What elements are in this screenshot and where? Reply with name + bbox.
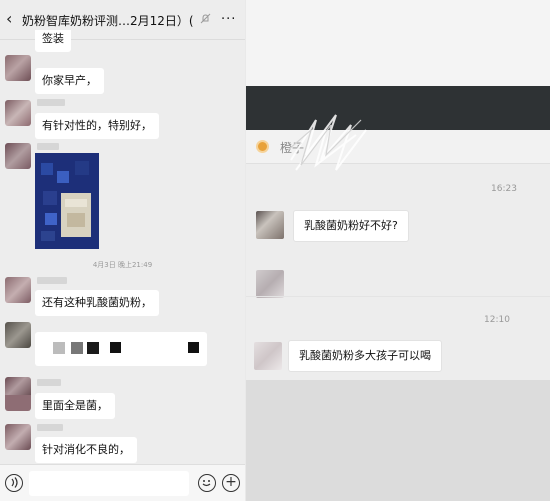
redacted-message-bubble[interactable] xyxy=(35,332,207,366)
voice-icon[interactable] xyxy=(5,474,23,492)
avatar[interactable] xyxy=(5,424,31,450)
message-timestamp: 12:10 xyxy=(484,315,510,325)
avatar[interactable] xyxy=(256,270,284,298)
orange-icon xyxy=(256,140,269,153)
message-text: 有针对性的，特别好， xyxy=(42,119,152,132)
message-input[interactable] xyxy=(29,471,189,496)
sender-nickname xyxy=(37,277,67,284)
right-chat-window: 橙子 16:23 乳酸菌奶粉好不好? 12:10 乳酸菌奶粉多大孩子可以喝 xyxy=(246,0,550,501)
message-bubble[interactable]: 签装 xyxy=(35,30,71,52)
scribble-redaction xyxy=(287,114,367,171)
avatar[interactable] xyxy=(256,211,284,239)
avatar[interactable] xyxy=(5,55,31,81)
chevron-left-icon[interactable]: ‹ xyxy=(6,10,12,28)
divider xyxy=(246,296,550,297)
message-bubble[interactable]: 乳酸菌奶粉好不好? xyxy=(293,210,409,242)
product-photo[interactable] xyxy=(35,153,99,249)
message-text: 你家早产， xyxy=(42,74,97,87)
avatar xyxy=(5,395,31,411)
message-timestamp: 16:23 xyxy=(491,184,517,194)
message-bubble[interactable]: 你家早产， xyxy=(35,68,104,94)
group-title: 奶粉智库奶粉评测…2月12日）(203) xyxy=(22,14,194,28)
message-text: 乳酸菌奶粉好不好? xyxy=(304,219,398,232)
avatar[interactable] xyxy=(5,277,31,303)
photo-pixelated-content xyxy=(35,153,99,249)
message-bubble[interactable]: 还有这种乳酸菌奶粉， xyxy=(35,290,159,316)
message-text: 里面全是菌， xyxy=(42,399,108,412)
message-text: 签装 xyxy=(42,32,64,45)
avatar[interactable] xyxy=(254,342,282,370)
sender-nickname xyxy=(37,99,65,106)
message-bubble[interactable]: 针对消化不良的， xyxy=(35,437,137,463)
mute-bell-icon xyxy=(200,13,211,24)
message-text: 还有这种乳酸菌奶粉， xyxy=(42,296,152,309)
top-area xyxy=(246,0,550,86)
message-text: 乳酸菌奶粉多大孩子可以喝 xyxy=(299,349,431,362)
message-bubble[interactable]: 乳酸菌奶粉多大孩子可以喝 xyxy=(288,340,442,372)
avatar[interactable] xyxy=(5,322,31,348)
message-text: 针对消化不良的， xyxy=(42,443,130,456)
message-bubble[interactable]: 有针对性的，特别好， xyxy=(35,113,159,139)
emoji-icon[interactable] xyxy=(198,474,216,492)
bottom-area xyxy=(246,380,550,501)
sender-nickname xyxy=(37,424,63,431)
avatar[interactable] xyxy=(5,143,31,169)
left-chat-window: ‹ 奶粉智库奶粉评测…2月12日）(203) ··· 签装 你家早产， 有针对性… xyxy=(0,0,245,501)
message-bubble[interactable]: 里面全是菌， xyxy=(35,393,115,419)
message-timestamp: 4月3日 晚上21:49 xyxy=(92,261,153,269)
plus-icon[interactable]: + xyxy=(222,474,240,492)
more-menu-button[interactable]: ··· xyxy=(221,12,236,27)
chat-input-bar: + xyxy=(0,464,245,501)
avatar[interactable] xyxy=(5,100,31,126)
sender-nickname xyxy=(37,143,59,150)
sender-nickname xyxy=(37,379,61,386)
